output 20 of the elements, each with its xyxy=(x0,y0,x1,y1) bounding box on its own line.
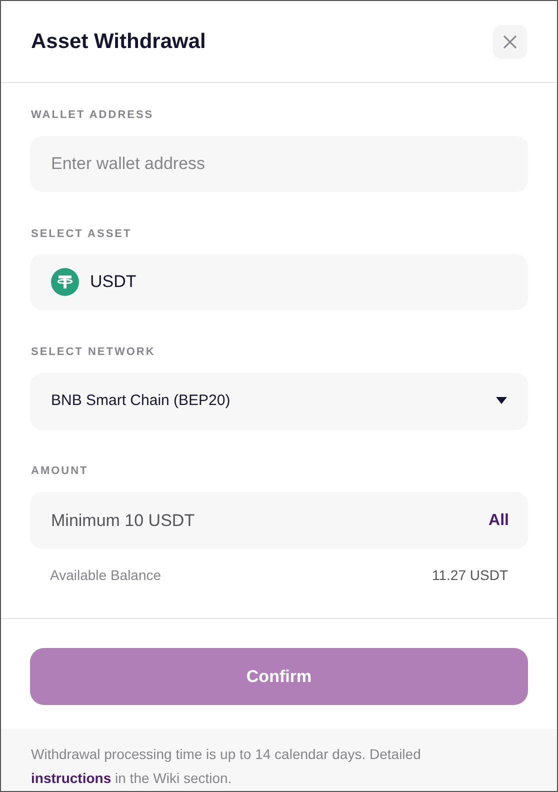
footer-note: Withdrawal processing time is up to 14 calendar days. Detailed instructions in the Wiki section. xyxy=(31,745,422,788)
all-button[interactable]: All xyxy=(488,508,509,532)
field-label: SELECT ASSET xyxy=(30,226,133,242)
field-label: WALLET ADDRESS xyxy=(30,108,155,123)
close-icon xyxy=(503,34,517,48)
dialog-title: Asset Withdrawal xyxy=(31,28,206,55)
asset-selector[interactable]: USDT xyxy=(30,254,528,310)
network-dropdown[interactable]: BNB Smart Chain (BEP20) xyxy=(30,372,528,430)
coin-icon xyxy=(51,268,79,296)
field-label: AMOUNT xyxy=(30,464,90,478)
field-label: SELECT NETWORK xyxy=(30,345,156,360)
amount-field[interactable]: Minimum 10 USDT All xyxy=(30,492,528,549)
asset-value: USDT xyxy=(90,271,136,294)
caret-icon xyxy=(496,397,507,405)
wallet-address-field[interactable]: Enter wallet address xyxy=(30,136,528,192)
balance-value: 11.27 USDT xyxy=(432,566,508,585)
instructions-link[interactable]: instructions xyxy=(31,770,112,786)
balance-label: Available Balance xyxy=(50,566,162,585)
close-button[interactable] xyxy=(493,24,527,58)
network-value: BNB Smart Chain (BEP20) xyxy=(51,390,230,411)
